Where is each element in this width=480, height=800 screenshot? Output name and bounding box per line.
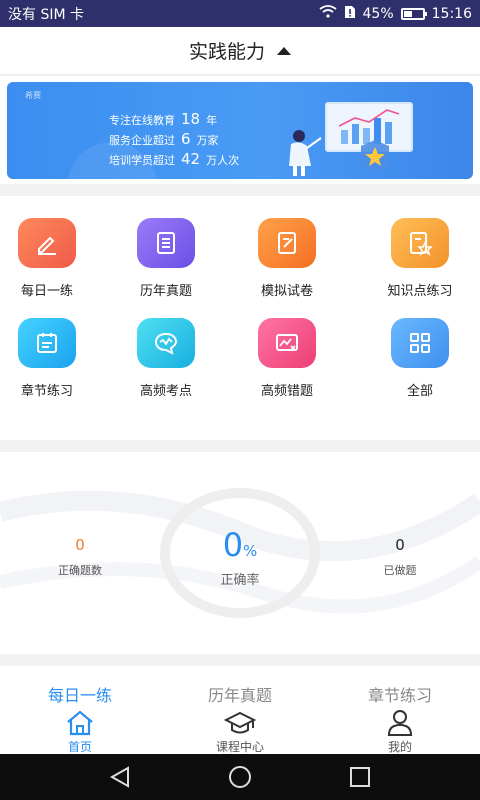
caret-up-icon[interactable] — [277, 46, 291, 55]
back-icon[interactable] — [108, 765, 132, 789]
grid-item-label: 模拟试卷 — [260, 284, 313, 299]
document-icon[interactable] — [137, 218, 195, 268]
accuracy-number: 0 — [222, 526, 244, 564]
battery-percent: 45% — [362, 5, 394, 22]
grid-item-label: 高频考点 — [139, 384, 192, 399]
banner-line-number: 42 — [181, 150, 201, 168]
home-circle-icon[interactable] — [228, 765, 252, 789]
tab-home[interactable]: 每日一练 首页 — [0, 666, 160, 755]
correct-count-label: 正确题数 — [58, 564, 102, 577]
promo-banner[interactable]: 希赛 专注在线教育 18 年 服务企业超过 6 万家 培训学员超过 42 万人次 — [7, 82, 473, 179]
page-header[interactable]: 实践能力 — [0, 27, 480, 75]
bottom-tab-bar: 每日一练 首页 历年真题 课程中心 章节练习 我的 — [0, 666, 480, 754]
tab-upper-label[interactable]: 历年真题 — [160, 682, 320, 706]
grid-item-hot-mistakes[interactable]: 高频错题 — [227, 318, 347, 399]
tab-mine[interactable]: 章节练习 我的 — [320, 666, 480, 755]
grid-item-daily-practice[interactable]: 每日一练 — [0, 218, 107, 299]
no-sim-icon — [344, 5, 356, 23]
stats-panel: 0 正确题数 0% 正确率 0 已做题 — [0, 452, 480, 654]
grid-item-chapter-practice[interactable]: 章节练习 — [0, 318, 107, 399]
pencil-icon[interactable] — [18, 218, 76, 268]
banner-line-text: 培训学员超过 — [109, 154, 175, 167]
banner-line-unit: 万家 — [196, 134, 219, 147]
grid-item-label: 知识点练习 — [387, 284, 453, 299]
person-icon[interactable] — [320, 708, 480, 736]
page-title[interactable]: 实践能力 — [189, 37, 265, 64]
done-count-value: 0 — [395, 536, 405, 554]
calendar-icon[interactable] — [18, 318, 76, 368]
banner-section: 希赛 专注在线教育 18 年 服务企业超过 6 万家 培训学员超过 42 万人次 — [0, 76, 480, 184]
chat-wave-icon[interactable] — [137, 318, 195, 368]
star-badge-icon — [361, 140, 389, 172]
banner-line-2: 服务企业超过 6 万家 — [109, 130, 219, 148]
grid-item-past-exams[interactable]: 历年真题 — [106, 218, 226, 299]
banner-line-number: 6 — [181, 130, 191, 148]
system-nav-bar — [0, 754, 480, 800]
grid-item-label: 高频错题 — [260, 384, 313, 399]
grid-item-mock-exam[interactable]: 模拟试卷 — [227, 218, 347, 299]
done-count-label: 已做题 — [383, 564, 417, 577]
done-count-stat: 0 已做题 — [320, 536, 480, 578]
grid-icon[interactable] — [391, 318, 449, 368]
person-illustration-icon — [289, 130, 322, 176]
grid-item-label: 历年真题 — [139, 284, 192, 299]
grid-item-all[interactable]: 全部 — [360, 318, 480, 399]
recent-apps-icon[interactable] — [348, 765, 372, 789]
banner-line-number: 18 — [181, 110, 201, 128]
banner-line-text: 服务企业超过 — [109, 134, 175, 147]
tab-upper-label[interactable]: 章节练习 — [320, 682, 480, 706]
wifi-icon — [318, 5, 337, 22]
tab-label[interactable]: 课程中心 — [160, 738, 320, 755]
banner-line-unit: 年 — [206, 114, 218, 127]
correct-count-value: 0 — [75, 536, 85, 554]
accuracy-value: 0% — [160, 526, 320, 564]
accuracy-label: 正确率 — [220, 573, 260, 588]
banner-line-text: 专注在线教育 — [109, 114, 175, 127]
banner-brand: 希赛 — [25, 91, 41, 100]
banner-line-1: 专注在线教育 18 年 — [109, 110, 217, 128]
battery-fill — [403, 10, 412, 17]
grid-item-knowledge-practice[interactable]: 知识点练习 — [360, 218, 480, 299]
correct-count-stat: 0 正确题数 — [0, 536, 160, 578]
grid-item-hot-points[interactable]: 高频考点 — [106, 318, 226, 399]
status-bar: 没有 SIM 卡 45% 15:16 — [0, 0, 480, 27]
grid-item-label: 全部 — [406, 384, 433, 399]
feature-grid: 每日一练 历年真题 模拟试卷 知识点练习 章节练习 高频考点 高频错题 全部 — [0, 196, 480, 440]
tab-course-center[interactable]: 历年真题 课程中心 — [160, 666, 320, 755]
grid-item-label: 每日一练 — [20, 284, 73, 299]
tab-label[interactable]: 首页 — [0, 738, 160, 755]
tab-upper-label[interactable]: 每日一练 — [0, 682, 160, 706]
exam-paper-icon[interactable] — [258, 218, 316, 268]
clock: 15:16 — [431, 5, 472, 22]
banner-line-3: 培训学员超过 42 万人次 — [109, 150, 239, 168]
tab-label[interactable]: 我的 — [320, 738, 480, 755]
grid-item-label: 章节练习 — [20, 384, 73, 399]
chart-error-icon[interactable] — [258, 318, 316, 368]
home-icon[interactable] — [0, 708, 160, 736]
banner-line-unit: 万人次 — [206, 154, 240, 167]
star-doc-icon[interactable] — [391, 218, 449, 268]
graduation-cap-icon[interactable] — [160, 708, 320, 736]
battery-icon — [400, 7, 427, 20]
accuracy-unit: % — [243, 542, 258, 560]
carrier-text: 没有 SIM 卡 — [8, 6, 84, 23]
